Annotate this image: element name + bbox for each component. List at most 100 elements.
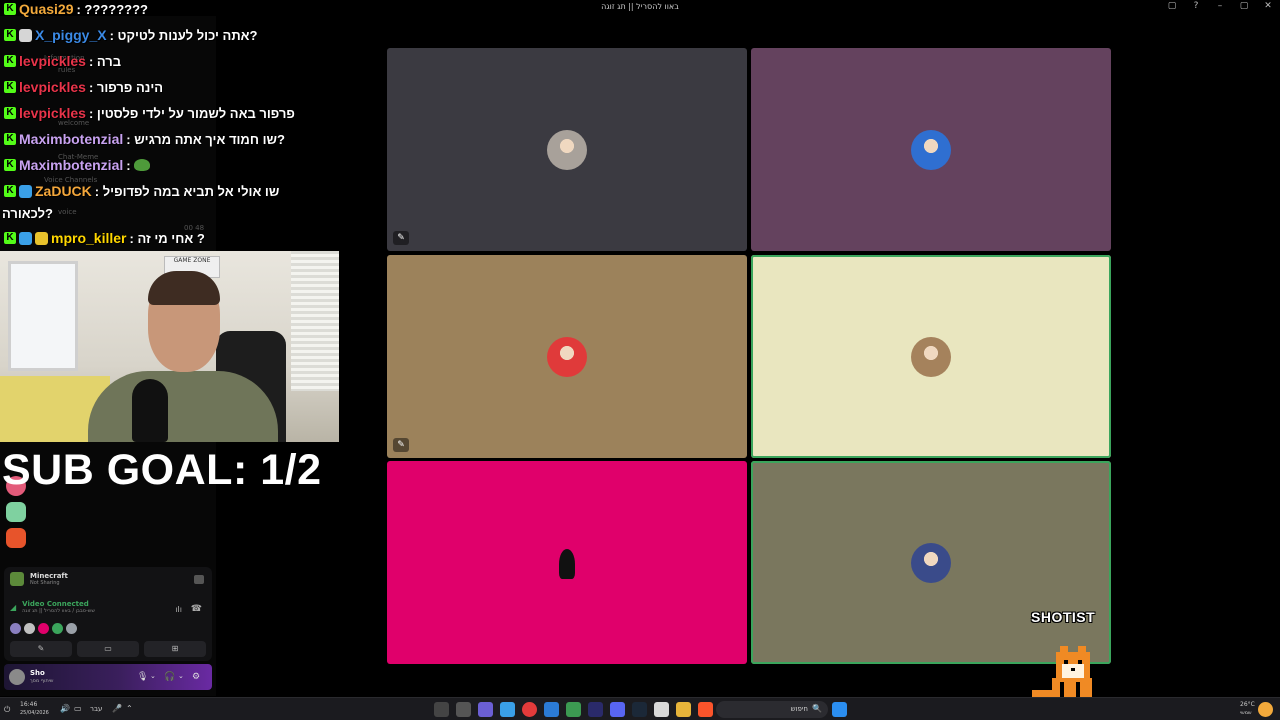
- windows-start-icon[interactable]: [832, 702, 847, 717]
- chat-message: K Maximbotenzial :: [4, 153, 150, 177]
- discord-icon[interactable]: [610, 702, 625, 717]
- muted-icon[interactable]: ✎: [393, 438, 409, 452]
- participant-tile[interactable]: [751, 48, 1111, 251]
- participant-tile[interactable]: ✎: [387, 48, 747, 251]
- chat-message: K levpickles : ברה: [4, 49, 121, 73]
- weather-sun-icon[interactable]: [1258, 702, 1273, 717]
- participant-avatar: [547, 130, 587, 170]
- noise-suppression-icon[interactable]: ıIı: [175, 605, 182, 614]
- chat-text: : ????????: [76, 1, 148, 17]
- connection-row: ◢ Video Connected שש-סבבן / באוו להסריל …: [10, 600, 95, 614]
- kick-icon: K: [4, 133, 16, 145]
- pinned-app-icon[interactable]: [456, 702, 471, 717]
- headphones-options-chevron-icon[interactable]: ⌄: [178, 672, 184, 680]
- pinned-app-icon[interactable]: [544, 702, 559, 717]
- microphone-icon[interactable]: 🎙: [137, 672, 148, 682]
- participant-avatar[interactable]: [24, 623, 35, 634]
- chat-text: : אחי מי זה ?: [129, 230, 205, 246]
- weather-temp[interactable]: 26°C: [1240, 701, 1255, 708]
- crown-badge-icon: [35, 231, 48, 245]
- chat-message: K Maximbotenzial : שו חמוד איך אתה מרגיש…: [4, 127, 285, 151]
- taskbar-date[interactable]: 25/04/2026: [20, 710, 49, 716]
- search-icon[interactable]: 🔍: [812, 704, 822, 713]
- obs-icon[interactable]: [522, 702, 537, 717]
- file-explorer-icon[interactable]: [676, 702, 691, 717]
- participant-avatar: [547, 543, 587, 583]
- pinned-app-icon[interactable]: [566, 702, 581, 717]
- webcam-blind: [291, 251, 339, 391]
- kick-icon: K: [4, 232, 16, 244]
- channel-voice[interactable]: voice: [58, 208, 77, 216]
- chat-message: K levpickles : פרפור באה לשמור על ילדי פ…: [4, 101, 295, 125]
- participant-avatar[interactable]: [66, 623, 77, 634]
- taskbar-clock[interactable]: 16:46: [20, 701, 37, 708]
- streamer-hair: [148, 271, 220, 305]
- window-titlebar: באוו להסריל || תג זוגה ▢ ? – ▢ ✕: [0, 0, 1280, 16]
- server-icon[interactable]: [6, 502, 26, 522]
- server-icon[interactable]: [6, 528, 26, 548]
- silhouette-shape: [559, 549, 575, 579]
- voice-channel-name[interactable]: שש-סבבן / באוו להסריל || תג זוגה: [22, 608, 95, 614]
- mic-tray-icon[interactable]: 🎤: [112, 704, 122, 713]
- activities-button[interactable]: ⊞: [144, 641, 206, 657]
- chat-text: : אתה יכול לענות לטיקט?: [109, 27, 258, 43]
- pinned-app-icon[interactable]: [654, 702, 669, 717]
- chat-text: : שו חמוד איך אתה מרגיש?: [126, 131, 285, 147]
- connection-status[interactable]: Video Connected: [22, 600, 95, 608]
- window-controls: ▢ ? – ▢ ✕: [1166, 1, 1274, 11]
- activity-text: Minecraft Not Sharing: [30, 572, 68, 586]
- chat-username: levpickles: [19, 105, 86, 121]
- chat-username: Quasi29: [19, 1, 74, 17]
- chat-text: : ברה: [88, 53, 122, 69]
- share-screen-icon[interactable]: [194, 575, 204, 584]
- kick-icon: K: [4, 81, 16, 93]
- tray-expand-chevron-icon[interactable]: ⌃: [126, 704, 133, 713]
- participant-avatar: [911, 130, 951, 170]
- participant-tile[interactable]: [751, 255, 1111, 458]
- brave-browser-icon[interactable]: [698, 702, 713, 717]
- sub-goal-text: SUB GOAL: 1/2: [2, 446, 322, 494]
- windows-taskbar: ⏻ 16:46 25/04/2026 🔊 ▭ עבר 🎤 ⌃ חיפוש 🔍 2…: [0, 697, 1280, 720]
- camera-toggle-button[interactable]: ✎: [10, 641, 72, 657]
- headphones-icon[interactable]: 🎧: [164, 672, 175, 682]
- steam-icon[interactable]: [632, 702, 647, 717]
- close-button[interactable]: ✕: [1262, 1, 1274, 11]
- chat-message-continued: לכאורה?: [2, 201, 53, 225]
- participant-avatar[interactable]: [10, 623, 21, 634]
- user-name[interactable]: Sho: [30, 669, 45, 677]
- participant-avatar: [911, 337, 951, 377]
- pinned-app-icon[interactable]: [500, 702, 515, 717]
- network-icon[interactable]: ▭: [74, 704, 82, 713]
- participant-avatar[interactable]: [38, 623, 49, 634]
- minimize-button[interactable]: –: [1214, 1, 1226, 11]
- participant-avatar: [547, 337, 587, 377]
- maximize-button[interactable]: ▢: [1238, 1, 1250, 11]
- weather-desc[interactable]: שמשי: [1240, 710, 1252, 716]
- inbox-icon[interactable]: ▢: [1166, 1, 1178, 11]
- chat-text: : שו אולי אל תביא במה לפדופיל: [94, 183, 280, 199]
- participant-tile[interactable]: [387, 461, 747, 664]
- edit-icon[interactable]: ✎: [393, 231, 409, 245]
- mic-options-chevron-icon[interactable]: ⌄: [150, 672, 156, 680]
- streamer-webcam: GAME ZONE: [0, 251, 339, 442]
- volume-icon[interactable]: 🔊: [60, 704, 70, 713]
- user-badge-icon: [19, 28, 32, 42]
- premiere-icon[interactable]: [588, 702, 603, 717]
- participant-avatar[interactable]: [52, 623, 63, 634]
- pinned-app-icon[interactable]: [478, 702, 493, 717]
- screen-share-button[interactable]: ▭: [77, 641, 139, 657]
- help-icon[interactable]: ?: [1190, 1, 1202, 11]
- kick-icon: K: [4, 55, 16, 67]
- settings-gear-icon[interactable]: ⚙: [192, 672, 200, 682]
- disconnect-icon[interactable]: ☎: [191, 604, 202, 614]
- chat-username: X_piggy_X: [35, 27, 107, 43]
- participant-tile[interactable]: ✎: [387, 255, 747, 458]
- power-icon[interactable]: ⏻: [4, 705, 10, 715]
- participant-tile[interactable]: [751, 461, 1111, 664]
- user-avatar[interactable]: [9, 669, 25, 685]
- connection-text: Video Connected שש-סבבן / באוו להסריל ||…: [22, 600, 95, 614]
- pinned-app-icon[interactable]: [434, 702, 449, 717]
- streamer-body: [88, 371, 278, 442]
- chat-text: : הינה פרפור: [88, 79, 164, 95]
- language-indicator[interactable]: עבר: [90, 705, 102, 713]
